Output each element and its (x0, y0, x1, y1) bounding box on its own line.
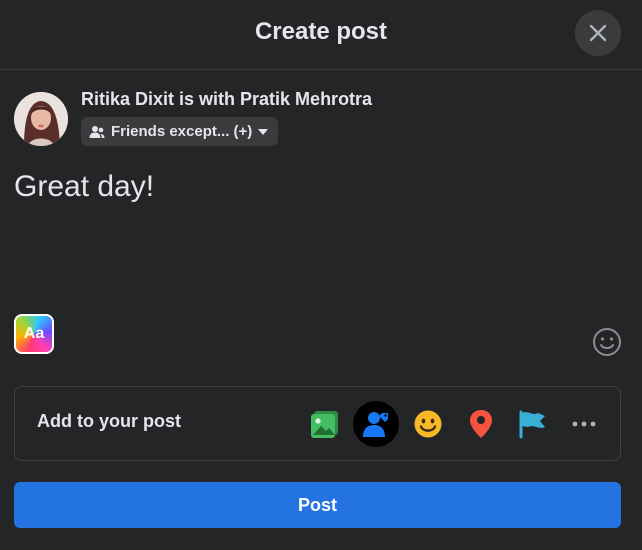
close-icon (589, 24, 607, 42)
audience-label: Friends except... (+) (111, 123, 253, 140)
more-options-button[interactable] (561, 401, 607, 447)
check-in-button[interactable] (458, 401, 504, 447)
feeling-icon (414, 410, 442, 438)
profile-photo-icon (14, 92, 68, 146)
post-text-area[interactable]: Great day! (14, 170, 154, 204)
friends-icon (89, 125, 105, 138)
life-event-icon (519, 410, 545, 439)
emoji-icon (593, 328, 621, 356)
photo-video-button[interactable] (302, 401, 348, 447)
add-to-post-panel: Add to your post (14, 386, 621, 461)
avatar[interactable] (14, 92, 68, 146)
feeling-activity-button[interactable] (405, 401, 451, 447)
text-background-button[interactable]: Aa (14, 314, 54, 354)
emoji-button[interactable] (591, 326, 623, 358)
audience-selector[interactable]: Friends except... (+) (81, 117, 279, 146)
close-button[interactable] (575, 10, 621, 56)
tag-people-button[interactable] (353, 401, 399, 447)
check-in-icon (470, 410, 492, 438)
post-button[interactable]: Post (14, 482, 621, 528)
add-to-post-label: Add to your post (37, 411, 181, 431)
dialog-header: Create post (0, 0, 642, 70)
more-icon (572, 421, 596, 427)
photo-video-icon (311, 411, 338, 438)
life-event-button[interactable] (510, 401, 556, 447)
dialog-title: Create post (254, 18, 388, 45)
post-author-line: Ritika Dixit is with Pratik Mehrotra (81, 89, 373, 109)
tag-people-icon (363, 412, 388, 437)
caret-down-icon (258, 128, 269, 135)
